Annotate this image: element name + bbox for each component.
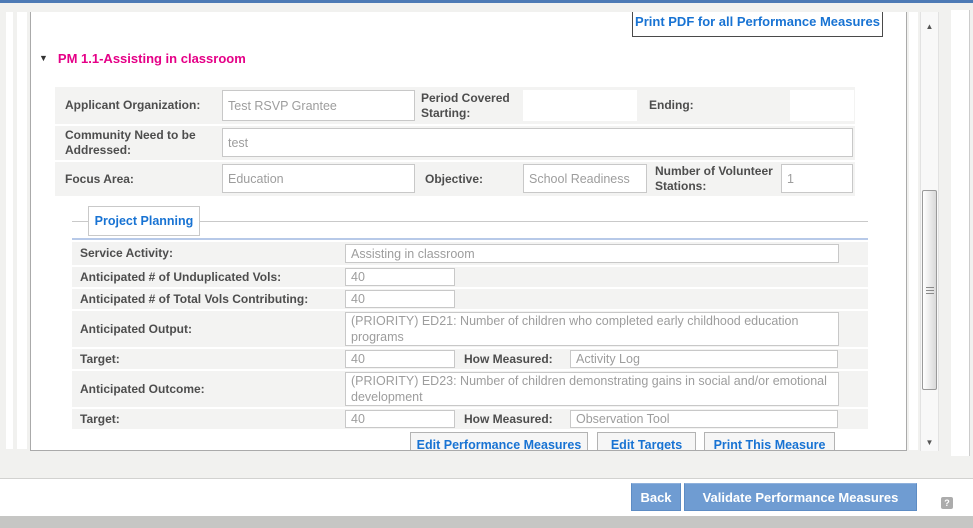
how-measured-output-field[interactable] — [570, 350, 838, 368]
planning-row: Anticipated Outcome: (PRIORITY) ED23: Nu… — [72, 371, 868, 407]
anticipated-output-field[interactable]: (PRIORITY) ED21: Number of children who … — [345, 312, 839, 346]
service-activity-label: Service Activity: — [80, 246, 173, 261]
target-outcome-label: Target: — [80, 412, 120, 427]
right-margin-column — [951, 10, 970, 456]
content-panel: Print PDF for all Performance Measures ▼… — [30, 12, 907, 451]
period-covered-starting-label: Period Covered Starting: — [421, 91, 526, 121]
anticipated-output-label: Anticipated Output: — [80, 322, 192, 337]
anticipated-outcome-label: Anticipated Outcome: — [80, 382, 205, 397]
service-activity-field[interactable] — [345, 244, 839, 263]
help-icon[interactable]: ? — [941, 497, 953, 509]
target-output-field[interactable] — [345, 350, 455, 368]
planning-row: Service Activity: — [72, 242, 868, 265]
applicant-organization-field[interactable] — [222, 90, 415, 121]
vertical-scrollbar[interactable]: ▲ ▼ — [920, 12, 939, 451]
unduplicated-vols-field[interactable] — [345, 268, 455, 286]
scroll-down-icon: ▼ — [926, 438, 934, 447]
scroll-down-button[interactable]: ▼ — [921, 432, 938, 446]
pm-collapse-icon[interactable]: ▼ — [39, 53, 48, 63]
scroll-up-button[interactable]: ▲ — [921, 16, 938, 30]
ending-label: Ending: — [649, 98, 694, 113]
anticipated-outcome-field[interactable]: (PRIORITY) ED23: Number of children demo… — [345, 372, 839, 406]
edit-targets-button[interactable]: Edit Targets — [597, 432, 696, 451]
project-planning-tab[interactable]: Project Planning — [88, 206, 200, 236]
page: Print PDF for all Performance Measures ▼… — [0, 0, 973, 528]
planning-row: Anticipated # of Unduplicated Vols: — [72, 267, 868, 287]
top-accent-line — [0, 0, 973, 3]
summary-row: Focus Area: Objective: Number of Volunte… — [55, 162, 855, 196]
print-this-measure-button[interactable]: Print This Measure — [704, 432, 835, 451]
validate-button[interactable]: Validate Performance Measures — [684, 483, 917, 511]
objective-field[interactable] — [523, 164, 647, 193]
planning-row: Anticipated Output: (PRIORITY) ED21: Num… — [72, 311, 868, 347]
ending-field[interactable] — [790, 90, 854, 121]
total-vols-label: Anticipated # of Total Vols Contributing… — [80, 292, 308, 307]
total-vols-field[interactable] — [345, 290, 455, 308]
bottom-taskbar — [0, 516, 973, 528]
footer-bar: Back Validate Performance Measures ? — [0, 479, 973, 516]
planning-row: Target: How Measured: — [72, 349, 868, 369]
target-outcome-field[interactable] — [345, 410, 455, 428]
how-measured-outcome-label: How Measured: — [464, 412, 553, 427]
target-output-label: Target: — [80, 352, 120, 367]
unduplicated-vols-label: Anticipated # of Unduplicated Vols: — [80, 270, 281, 285]
print-all-button[interactable]: Print PDF for all Performance Measures — [632, 12, 883, 37]
planning-row: Anticipated # of Total Vols Contributing… — [72, 289, 868, 309]
pm-title: PM 1.1-Assisting in classroom — [58, 51, 246, 66]
how-measured-output-label: How Measured: — [464, 352, 553, 367]
objective-label: Objective: — [425, 172, 483, 187]
edit-performance-measures-button[interactable]: Edit Performance Measures — [410, 432, 588, 451]
right-strip — [909, 12, 918, 450]
focus-area-field[interactable] — [222, 164, 415, 193]
left-strip — [17, 12, 27, 449]
community-need-label: Community Need to be Addressed: — [65, 128, 215, 158]
scroll-thumb[interactable] — [922, 190, 937, 390]
pm-section-header[interactable]: ▼ PM 1.1-Assisting in classroom — [39, 50, 246, 66]
community-need-field[interactable] — [222, 128, 853, 157]
scroll-up-icon: ▲ — [926, 22, 934, 31]
left-strip — [6, 12, 13, 449]
summary-row: Community Need to be Addressed: — [55, 126, 855, 160]
how-measured-outcome-field[interactable] — [570, 410, 838, 428]
focus-area-label: Focus Area: — [65, 172, 134, 187]
period-covered-starting-field[interactable] — [523, 90, 637, 121]
planning-row: Target: How Measured: — [72, 409, 868, 429]
volunteer-stations-field[interactable] — [781, 164, 853, 193]
scroll-grip-icon — [926, 287, 934, 295]
back-button[interactable]: Back — [631, 483, 681, 511]
volunteer-stations-label: Number of Volunteer Stations: — [655, 164, 785, 194]
planning-panel: Service Activity: Anticipated # of Undup… — [72, 238, 868, 451]
summary-row: Applicant Organization: Period Covered S… — [55, 87, 855, 124]
applicant-organization-label: Applicant Organization: — [65, 98, 200, 113]
